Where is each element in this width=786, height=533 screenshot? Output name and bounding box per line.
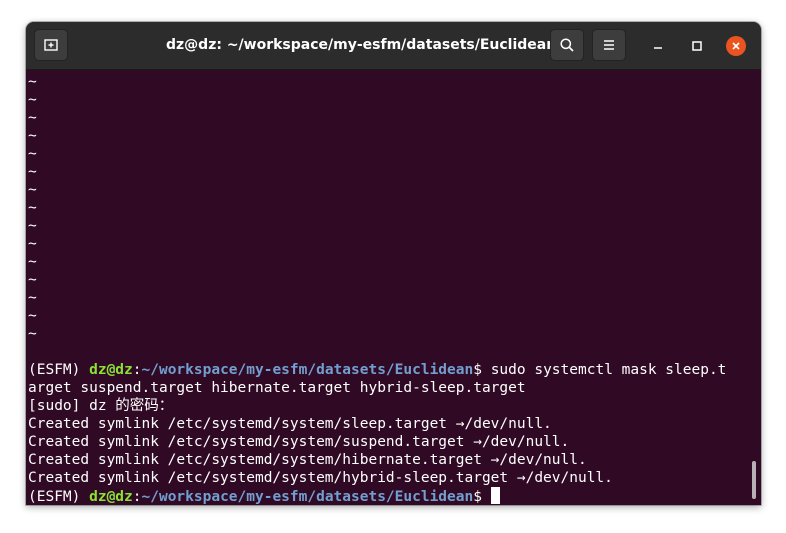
- menu-button[interactable]: [592, 29, 626, 61]
- close-icon: [726, 36, 746, 56]
- empty-line-marker: ~: [28, 236, 37, 252]
- empty-line-marker: ~: [28, 254, 37, 270]
- prompt-path: ~/workspace/my-esfm/datasets/Euclidean: [141, 362, 474, 378]
- new-tab-icon: [44, 39, 58, 51]
- empty-line-marker: ~: [28, 326, 37, 342]
- sudo-password-prompt: [sudo] dz 的密码：: [28, 398, 174, 414]
- prompt-user-host: dz@dz: [89, 362, 133, 378]
- text-cursor: [490, 487, 500, 504]
- new-tab-button[interactable]: [34, 29, 68, 61]
- output-line: Created symlink /etc/systemd/system/susp…: [28, 434, 570, 450]
- empty-line-marker: ~: [28, 272, 37, 288]
- conda-env: (ESFM): [28, 362, 90, 378]
- prompt-user-host: dz@dz: [89, 489, 133, 505]
- prompt-colon: :: [132, 362, 142, 378]
- output-line: Created symlink /etc/systemd/system/hibe…: [28, 452, 587, 468]
- empty-line-marker: ~: [28, 290, 37, 306]
- empty-line-marker: ~: [28, 146, 37, 162]
- output-line: Created symlink /etc/systemd/system/hybr…: [28, 470, 613, 486]
- terminal-window: dz@dz: ~/workspace/my-esfm/datasets/Eucl…: [26, 22, 761, 505]
- conda-env: (ESFM): [28, 489, 90, 505]
- empty-line-marker: ~: [28, 200, 37, 216]
- prompt-symbol: $: [473, 362, 491, 378]
- scrollbar-thumb[interactable]: [752, 461, 756, 499]
- minimize-button[interactable]: [647, 35, 669, 57]
- title-bar[interactable]: dz@dz: ~/workspace/my-esfm/datasets/Eucl…: [26, 22, 761, 70]
- window-title: dz@dz: ~/workspace/my-esfm/datasets/Eucl…: [166, 37, 557, 53]
- prompt-path: ~/workspace/my-esfm/datasets/Euclidean: [141, 489, 474, 505]
- command-prompt-line: (ESFM) dz@dz:~/workspace/my-esfm/dataset…: [28, 361, 726, 379]
- maximize-icon: [692, 41, 702, 51]
- empty-line-marker: ~: [28, 74, 37, 90]
- hamburger-menu-icon: [604, 40, 614, 50]
- command-text: sudo systemctl mask sleep.t: [490, 362, 727, 378]
- search-icon: [560, 38, 574, 52]
- command-wrap-line: arget suspend.target hibernate.target hy…: [28, 380, 526, 396]
- close-button[interactable]: [725, 35, 747, 57]
- empty-line-marker: ~: [28, 92, 37, 108]
- prompt-symbol: $: [473, 489, 491, 505]
- empty-line-marker: ~: [28, 164, 37, 180]
- output-line: Created symlink /etc/systemd/system/slee…: [28, 416, 552, 432]
- empty-line-marker: ~: [28, 128, 37, 144]
- search-button[interactable]: [550, 29, 584, 61]
- maximize-button[interactable]: [686, 35, 708, 57]
- empty-line-marker: ~: [28, 218, 37, 234]
- prompt-colon: :: [132, 489, 142, 505]
- empty-line-marker: ~: [28, 182, 37, 198]
- empty-line-marker: ~: [28, 110, 37, 126]
- empty-line-marker: ~: [28, 308, 37, 324]
- current-prompt-line[interactable]: (ESFM) dz@dz:~/workspace/my-esfm/dataset…: [28, 487, 500, 505]
- minimize-icon: [654, 47, 662, 49]
- terminal-output[interactable]: ~ ~ ~ ~ ~ ~ ~ ~ ~ ~ ~ ~ ~ ~ ~ (ESFM) dz@…: [26, 70, 761, 505]
